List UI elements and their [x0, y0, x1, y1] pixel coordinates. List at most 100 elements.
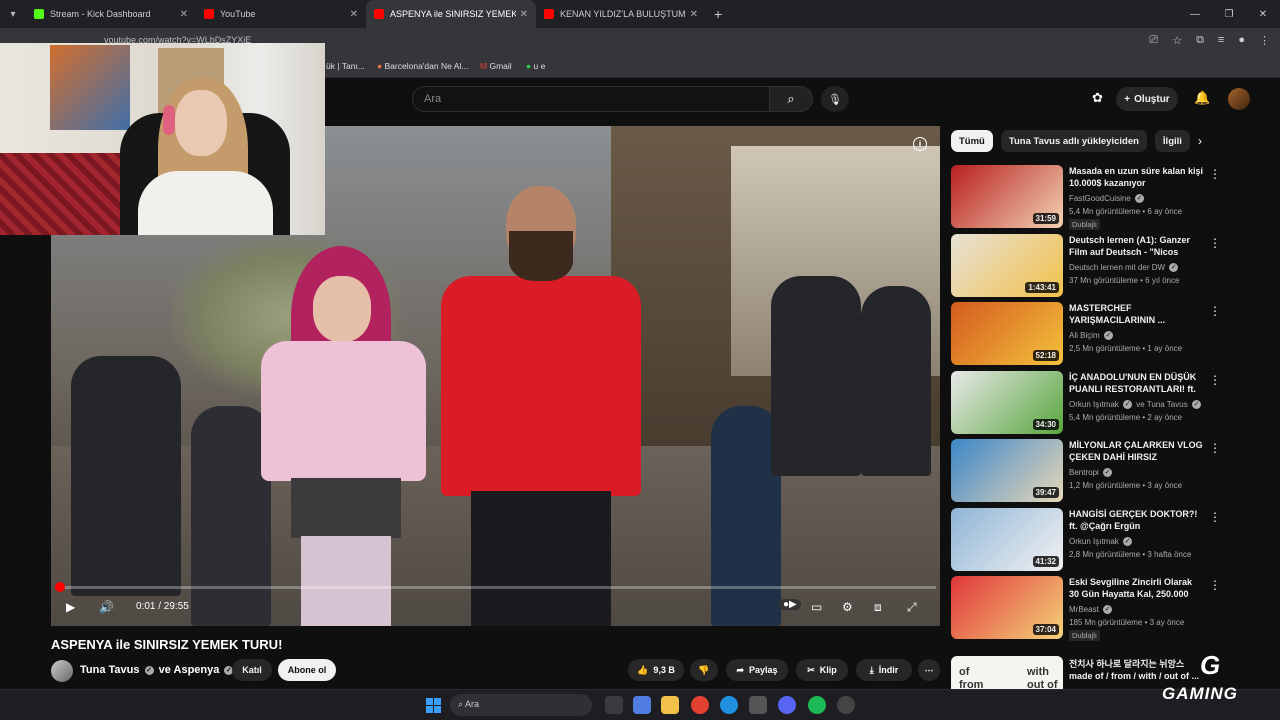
share-button[interactable]: ➦ Paylaş: [726, 659, 788, 681]
list-item[interactable]: 41:32 HANGİSİ GERÇEK DOKTOR?! ft. @Çağrı …: [951, 507, 1261, 572]
more-vertical-icon[interactable]: ⋮: [1209, 441, 1221, 455]
list-item[interactable]: 52:18 MASTERCHEF YARIŞMACILARININ ... Ali …: [951, 302, 1261, 366]
video-title[interactable]: MASTERCHEF YARIŞMACILARININ ...: [1069, 302, 1204, 326]
channel-label[interactable]: MrBeast: [1069, 605, 1099, 614]
maximize-button[interactable]: ❐: [1212, 0, 1246, 28]
taskbar-search[interactable]: ⌕ Ara: [450, 694, 592, 716]
progress-bar[interactable]: [55, 582, 936, 592]
video-title[interactable]: İÇ ANADOLU'NUN EN DÜŞÜK PUANLI RESTORANT…: [1069, 371, 1204, 395]
copilot-icon[interactable]: [633, 696, 651, 714]
volume-icon[interactable]: 🔊: [99, 600, 114, 614]
clip-button[interactable]: ✂ Klip: [796, 659, 848, 681]
chrome-icon[interactable]: [691, 696, 709, 714]
close-window-button[interactable]: ✕: [1246, 0, 1280, 28]
more-vertical-icon[interactable]: ⋮: [1209, 304, 1221, 318]
voice-search-button[interactable]: 🎙: [821, 86, 849, 112]
video-thumbnail[interactable]: 52:18: [951, 302, 1063, 365]
tab-kick[interactable]: Stream - Kick Dashboard ✕: [26, 0, 196, 28]
channel-label[interactable]: ve Tuna Tavus: [1136, 400, 1187, 409]
minimize-button[interactable]: —: [1178, 0, 1212, 28]
more-vertical-icon[interactable]: ⋮: [1209, 167, 1221, 181]
join-button[interactable]: Katıl: [232, 659, 272, 681]
video-title[interactable]: MİLYONLAR ÇALARKEN VLOG ÇEKEN DAHİ HIRSI…: [1069, 439, 1204, 463]
store-icon[interactable]: [749, 696, 767, 714]
chip-uploader[interactable]: Tuna Tavus adlı yükleyiciden: [1000, 130, 1147, 152]
tab-kenan[interactable]: KENAN YILDIZ'LA BULUŞTUM - ✕: [536, 0, 706, 28]
bookmark-item[interactable]: ük | Tanı...: [326, 61, 365, 71]
search-input[interactable]: Ara: [412, 86, 770, 112]
progress-handle[interactable]: [55, 582, 65, 592]
video-thumbnail[interactable]: 31:59: [951, 165, 1063, 228]
windows-start-icon[interactable]: [426, 698, 441, 713]
menu-icon[interactable]: ⋮: [1259, 34, 1270, 47]
video-thumbnail[interactable]: 1:43:41: [951, 233, 1063, 297]
gear-sparkle-icon[interactable]: ✿: [1092, 90, 1103, 106]
close-icon[interactable]: ✕: [690, 9, 698, 20]
channel-label[interactable]: Bentropi: [1069, 468, 1099, 477]
channel-label[interactable]: Ali Biçim: [1069, 331, 1100, 340]
channel-name-primary[interactable]: Tuna Tavus: [80, 664, 140, 676]
list-item[interactable]: 31:59 Masada en uzun süre kalan kişi 10.0…: [951, 165, 1261, 230]
channel-avatar[interactable]: [51, 660, 73, 682]
channel-label[interactable]: FastGoodCuisine: [1069, 194, 1131, 203]
channel-name[interactable]: Orkun Işıtmak ✓ ve Tuna Tavus ✓: [1069, 400, 1203, 409]
download-button[interactable]: ⤓ İndir: [856, 659, 912, 681]
captions-icon[interactable]: ▭: [811, 600, 822, 614]
edge-icon[interactable]: [720, 696, 738, 714]
channel-name-secondary[interactable]: ve Aspenya: [159, 664, 220, 676]
tab-aspenya[interactable]: ASPENYA ile SINIRSIZ YEMEK T... ✕: [366, 0, 536, 28]
close-icon[interactable]: ✕: [350, 9, 358, 20]
channel-label[interactable]: Orkun Işıtmak: [1069, 400, 1119, 409]
list-item[interactable]: 37:04 Eski Sevgiline Zincirli Olarak 30 G…: [951, 576, 1261, 641]
dislike-button[interactable]: 👎: [690, 659, 718, 681]
channel-label[interactable]: Orkun Işıtmak: [1069, 537, 1119, 546]
fullscreen-icon[interactable]: ⤢: [907, 600, 917, 615]
video-title[interactable]: HANGİSİ GERÇEK DOKTOR?! ft. @Çağrı Ergün: [1069, 508, 1204, 532]
bookmark-item[interactable]: ● u e: [526, 61, 545, 71]
video-title[interactable]: Eski Sevgiline Zincirli Olarak 30 Gün Ha…: [1069, 576, 1204, 600]
file-explorer-icon[interactable]: [661, 696, 679, 714]
video-thumbnail[interactable]: 34:30: [951, 370, 1063, 434]
spotify-icon[interactable]: [808, 696, 826, 714]
info-icon[interactable]: i: [913, 137, 927, 151]
tab-list-icon[interactable]: ≡: [1218, 34, 1224, 47]
task-view-icon[interactable]: [605, 696, 623, 714]
channel-label[interactable]: Deutsch lernen mit der DW: [1069, 263, 1165, 272]
subscribe-button[interactable]: Abone ol: [278, 659, 336, 681]
tab-search-chevron-icon[interactable]: ▾: [0, 0, 26, 28]
channel-name[interactable]: Bentropi ✓: [1069, 468, 1114, 478]
channel-name[interactable]: FastGoodCuisine ✓: [1069, 194, 1146, 204]
more-vertical-icon[interactable]: ⋮: [1209, 373, 1221, 387]
avatar[interactable]: [1228, 88, 1250, 110]
video-thumbnail[interactable]: 39:47: [951, 439, 1063, 502]
video-title[interactable]: Masada en uzun süre kalan kişi 10.000$ k…: [1069, 165, 1204, 189]
channel-name[interactable]: Ali Biçim ✓: [1069, 331, 1115, 341]
video-thumbnail[interactable]: 41:32: [951, 507, 1063, 571]
close-icon[interactable]: ✕: [180, 9, 188, 20]
settings-icon[interactable]: ⚙: [842, 600, 853, 614]
autoplay-toggle[interactable]: ●▶: [779, 599, 801, 610]
search-button[interactable]: ⌕: [769, 86, 813, 112]
more-vertical-icon[interactable]: ⋮: [1209, 236, 1221, 250]
list-item[interactable]: 34:30 İÇ ANADOLU'NUN EN DÜŞÜK PUANLI REST…: [951, 370, 1261, 435]
video-title[interactable]: Deutsch lernen (A1): Ganzer Film auf Deu…: [1069, 234, 1204, 258]
chevron-right-icon[interactable]: ›: [1198, 134, 1202, 148]
play-icon[interactable]: ▶: [66, 600, 75, 614]
tab-youtube[interactable]: YouTube ✕: [196, 0, 366, 28]
miniplayer-icon[interactable]: ⧈: [874, 600, 882, 615]
obs-icon[interactable]: [837, 696, 855, 714]
bookmark-star-icon[interactable]: ☆: [1172, 34, 1182, 47]
bookmark-item[interactable]: M Gmail: [480, 61, 512, 71]
create-button[interactable]: + Oluştur: [1116, 87, 1178, 111]
chip-all[interactable]: Tümü: [951, 130, 993, 152]
channel-name[interactable]: Tuna Tavus ✓ ve Aspenya ✓: [80, 664, 235, 676]
extensions-icon[interactable]: ⧉: [1196, 34, 1204, 47]
list-item[interactable]: 39:47 MİLYONLAR ÇALARKEN VLOG ÇEKEN DAHİ …: [951, 439, 1261, 503]
profile-icon[interactable]: ●: [1238, 34, 1245, 47]
channel-name[interactable]: MrBeast ✓: [1069, 605, 1114, 615]
channel-name[interactable]: Deutsch lernen mit der DW ✓: [1069, 263, 1180, 272]
cast-icon[interactable]: ⎚: [1149, 34, 1158, 47]
list-item[interactable]: 1:43:41 Deutsch lernen (A1): Ganzer Film …: [951, 233, 1261, 298]
more-actions-button[interactable]: ⋯: [918, 659, 940, 681]
bell-icon[interactable]: 🔔: [1194, 90, 1210, 106]
